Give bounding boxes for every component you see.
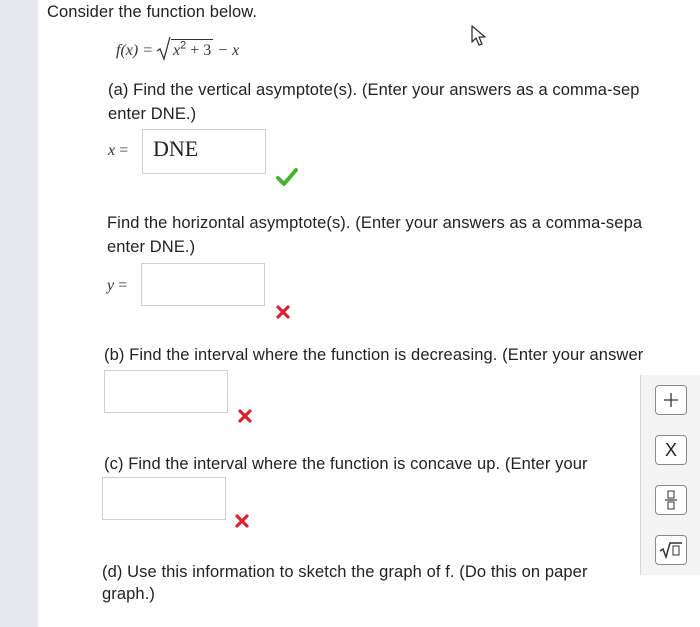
radicand: x2 + 3 <box>171 39 214 59</box>
horizontal-asymptote-question-line1: Find the horizontal asymptote(s). (Enter… <box>107 214 643 232</box>
part-a-question-line1: (a) Find the vertical asymptote(s). (Ent… <box>108 81 640 99</box>
correct-check-icon <box>276 168 298 186</box>
radicand-rest: + 3 <box>186 42 212 59</box>
part-b-question: (b) Find the interval where the function… <box>104 346 644 364</box>
function-formula: f(x) = x2 + 3 − x <box>116 36 239 62</box>
incorrect-x-icon <box>235 514 249 528</box>
intro-text: Consider the function below. <box>47 3 258 21</box>
plus-button[interactable] <box>655 385 687 415</box>
times-button[interactable]: X <box>655 435 687 465</box>
fraction-button[interactable] <box>655 485 687 515</box>
horizontal-asymptote-question-line2: enter DNE.) <box>107 238 196 256</box>
incorrect-x-icon <box>276 305 290 319</box>
horizontal-asymptote-input[interactable] <box>141 263 265 306</box>
horizontal-asymptote-label: y = <box>107 277 128 294</box>
part-d-question-line1: (d) Use this information to sketch the g… <box>102 563 588 581</box>
sqrt-icon <box>659 542 682 559</box>
plus-icon <box>664 393 678 407</box>
vertical-asymptote-input[interactable]: DNE <box>142 129 266 174</box>
times-icon: X <box>664 439 677 460</box>
radical-sign-icon <box>156 36 171 62</box>
sqrt-button[interactable] <box>655 535 687 565</box>
incorrect-x-icon <box>238 409 252 423</box>
part-d-question-line2: graph.) <box>102 585 155 603</box>
function-rest: − x <box>213 42 240 59</box>
mouse-cursor-icon <box>471 25 486 46</box>
function-lhs: f(x) = <box>116 42 157 59</box>
fraction-icon <box>665 490 677 510</box>
vertical-asymptote-label: x = <box>108 142 129 159</box>
concave-up-interval-input[interactable] <box>102 477 226 520</box>
math-palette: X <box>640 375 700 575</box>
decreasing-interval-input[interactable] <box>104 370 228 413</box>
part-c-question: (c) Find the interval where the function… <box>104 455 588 473</box>
part-a-question-line2: enter DNE.) <box>108 105 197 123</box>
